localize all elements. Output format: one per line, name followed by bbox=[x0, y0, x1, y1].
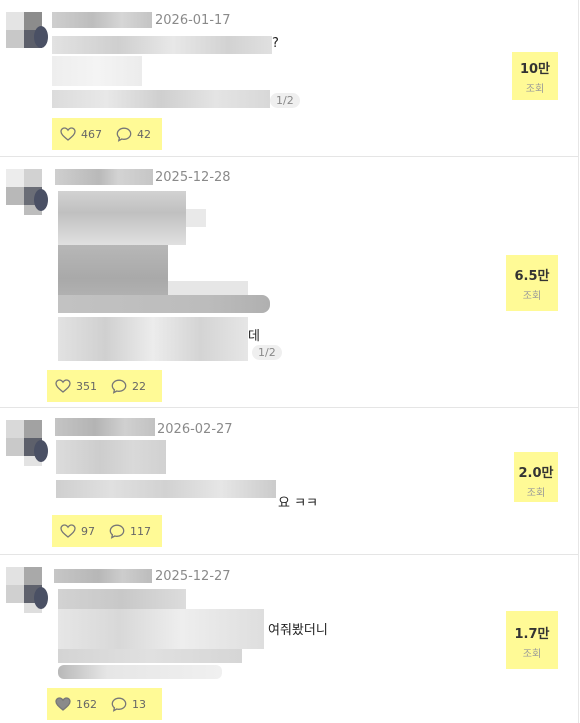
body-blurred bbox=[58, 665, 222, 679]
body-blurred bbox=[186, 209, 206, 227]
body-blurred bbox=[58, 191, 186, 245]
like-count: 467 bbox=[81, 127, 102, 141]
post-date: 2026-02-27 bbox=[157, 422, 233, 437]
view-count-badge: 6.5만 조회 bbox=[506, 255, 558, 311]
comment-icon bbox=[116, 127, 132, 142]
heart-icon bbox=[60, 524, 76, 538]
view-label: 조회 bbox=[526, 488, 546, 499]
image-page-indicator: 1/2 bbox=[270, 93, 300, 108]
body-fragment: 데 bbox=[248, 329, 260, 344]
view-count-badge: 2.0만 조회 bbox=[514, 452, 558, 502]
comment-icon bbox=[111, 379, 127, 394]
like-count: 162 bbox=[76, 697, 97, 711]
avatar[interactable] bbox=[6, 169, 48, 215]
author-name-blurred bbox=[55, 169, 153, 185]
comment-button[interactable]: 117 bbox=[109, 524, 151, 539]
view-count: 10만 bbox=[519, 62, 551, 77]
like-count: 97 bbox=[81, 524, 95, 538]
body-blurred bbox=[58, 295, 270, 313]
comment-count: 42 bbox=[137, 127, 151, 141]
body-blurred bbox=[52, 90, 270, 108]
engagement-bar: 97 117 bbox=[52, 515, 162, 547]
post-date: 2025-12-27 bbox=[155, 569, 231, 584]
view-count: 1.7만 bbox=[514, 627, 550, 642]
post-date: 2025-12-28 bbox=[155, 170, 231, 185]
image-page-indicator: 1/2 bbox=[252, 345, 282, 360]
avatar[interactable] bbox=[6, 12, 48, 52]
post-card[interactable]: 2025-12-27 여줘봤더니 162 13 1.7만 조회 bbox=[0, 555, 578, 723]
view-label: 조회 bbox=[525, 84, 545, 95]
comment-count: 117 bbox=[130, 524, 151, 538]
comment-count: 22 bbox=[132, 379, 146, 393]
avatar[interactable] bbox=[6, 567, 48, 613]
body-blurred bbox=[58, 609, 264, 649]
body-blurred bbox=[58, 245, 168, 301]
body-blurred bbox=[52, 56, 142, 86]
post-feed: 2026-01-17 ? 1/2 467 42 10만 조회 2025-12-2… bbox=[0, 0, 579, 723]
body-fragment: 요 ㅋㅋ bbox=[278, 496, 319, 511]
post-card[interactable]: 2026-02-27 요 ㅋㅋ 97 117 2.0만 조회 bbox=[0, 408, 578, 555]
title-blurred bbox=[52, 36, 272, 54]
view-count: 2.0만 bbox=[518, 466, 554, 481]
author-name-blurred bbox=[52, 12, 152, 28]
view-count: 6.5만 bbox=[514, 269, 550, 284]
body-blurred bbox=[56, 440, 166, 474]
post-card[interactable]: 2025-12-28 데 1/2 351 22 6.5만 조회 bbox=[0, 157, 578, 408]
comment-icon bbox=[111, 697, 127, 712]
view-label: 조회 bbox=[522, 291, 542, 302]
comment-count: 13 bbox=[132, 697, 146, 711]
like-button[interactable]: 162 bbox=[55, 697, 97, 711]
comment-icon bbox=[109, 524, 125, 539]
author-name-blurred bbox=[55, 418, 155, 436]
view-count-badge: 10만 조회 bbox=[512, 52, 558, 100]
author-name-blurred bbox=[54, 569, 152, 583]
body-blurred bbox=[58, 317, 248, 361]
heart-icon bbox=[55, 697, 71, 711]
engagement-bar: 467 42 bbox=[52, 118, 162, 150]
avatar[interactable] bbox=[6, 420, 48, 466]
like-count: 351 bbox=[76, 379, 97, 393]
body-fragment: 여줘봤더니 bbox=[268, 623, 328, 638]
like-button[interactable]: 351 bbox=[55, 379, 97, 393]
heart-icon bbox=[60, 127, 76, 141]
engagement-bar: 162 13 bbox=[47, 688, 162, 720]
title-fragment: ? bbox=[272, 36, 279, 51]
engagement-bar: 351 22 bbox=[47, 370, 162, 402]
post-card[interactable]: 2026-01-17 ? 1/2 467 42 10만 조회 bbox=[0, 0, 578, 157]
body-blurred bbox=[56, 480, 276, 498]
view-label: 조회 bbox=[522, 649, 542, 660]
post-date: 2026-01-17 bbox=[155, 13, 231, 28]
comment-button[interactable]: 42 bbox=[116, 127, 151, 142]
body-blurred bbox=[58, 589, 186, 609]
like-button[interactable]: 97 bbox=[60, 524, 95, 538]
comment-button[interactable]: 13 bbox=[111, 697, 146, 712]
like-button[interactable]: 467 bbox=[60, 127, 102, 141]
comment-button[interactable]: 22 bbox=[111, 379, 146, 394]
heart-icon bbox=[55, 379, 71, 393]
view-count-badge: 1.7만 조회 bbox=[506, 611, 558, 669]
body-blurred bbox=[58, 649, 242, 663]
